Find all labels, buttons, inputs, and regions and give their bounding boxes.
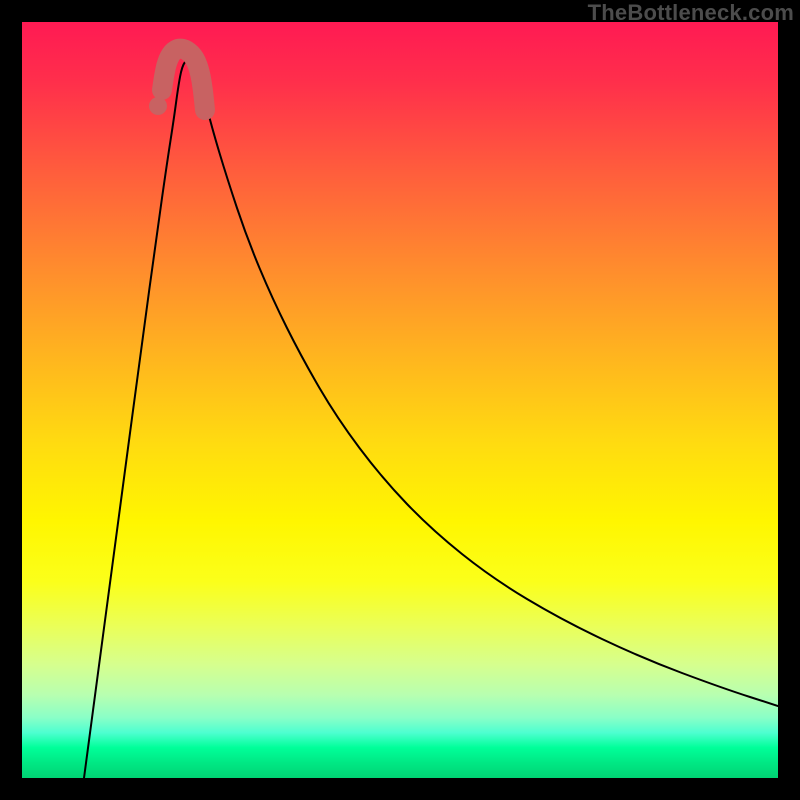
curve-layer: [22, 22, 778, 778]
bottleneck-curve: [84, 60, 778, 778]
marker-j: [162, 49, 205, 110]
marker-dot: [149, 97, 167, 115]
chart-frame: TheBottleneck.com: [0, 0, 800, 800]
plot-area: [22, 22, 778, 778]
